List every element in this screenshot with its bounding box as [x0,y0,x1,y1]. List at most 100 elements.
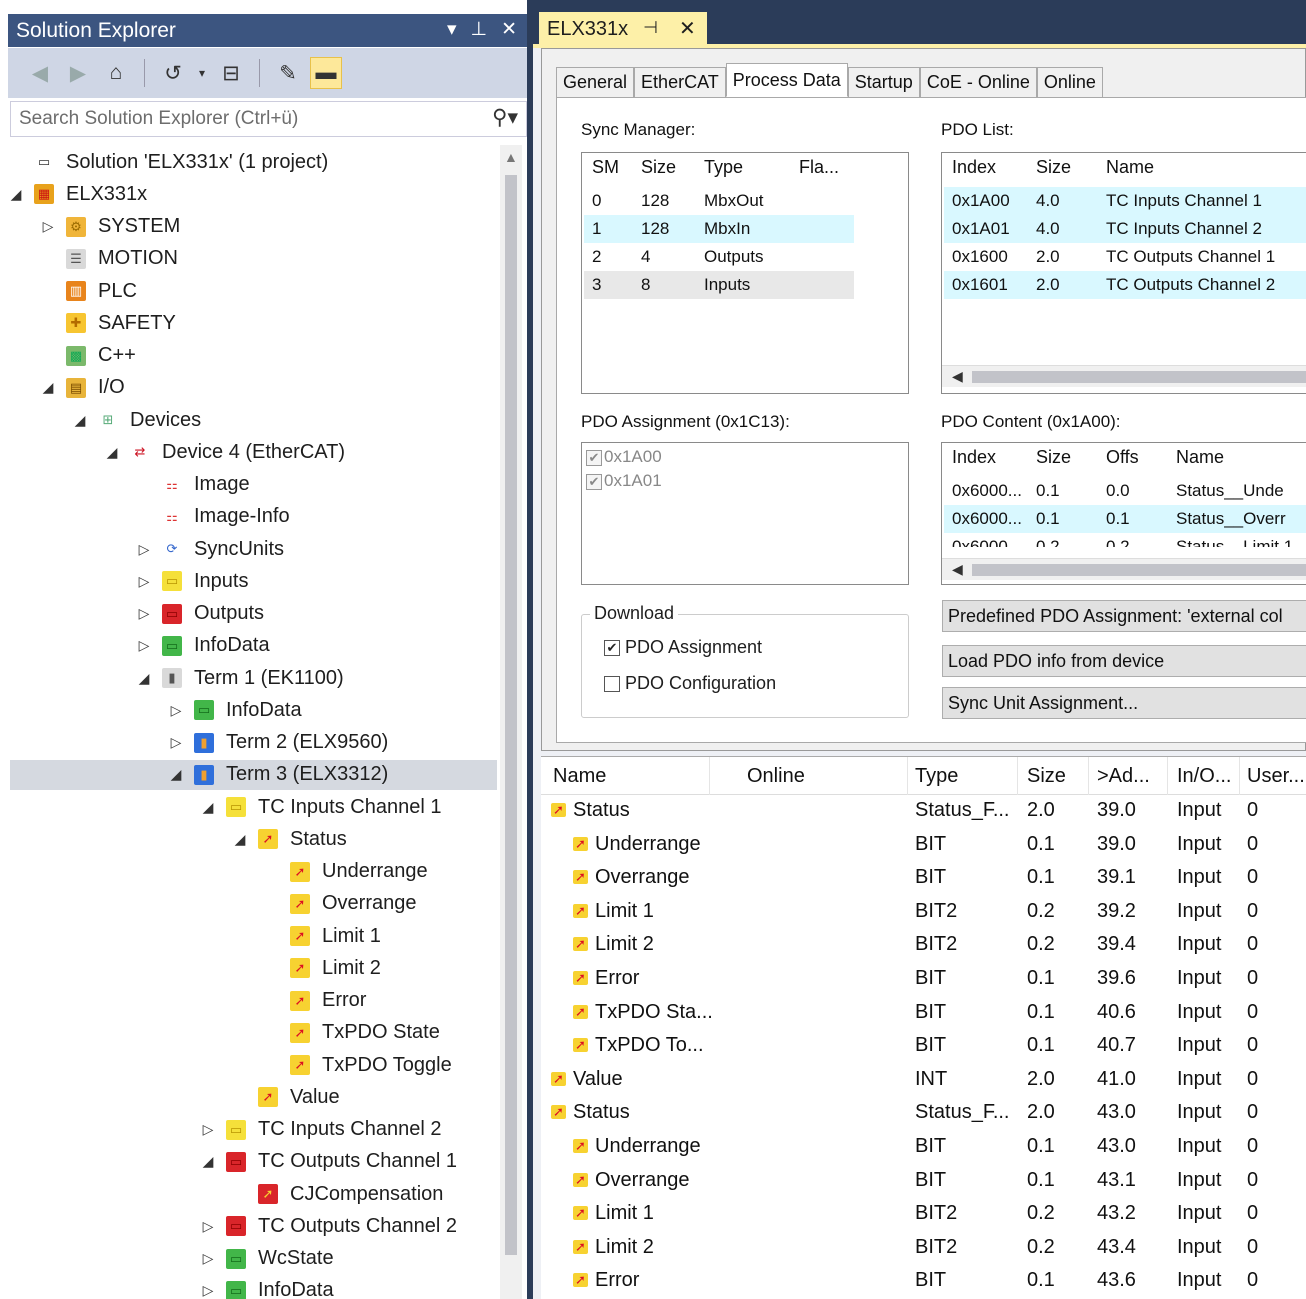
close-icon[interactable]: ✕ [501,18,517,41]
tree-node[interactable]: ◢ ▮ Term 3 (ELX3312) [10,759,497,790]
column-header-address[interactable]: >Ad... [1097,765,1150,788]
pdo-list-row[interactable]: 0x1A01 4.0 TC Inputs Channel 2 [944,215,1306,243]
variable-row[interactable]: ➚ Status Status_F... 2.0 43.0 Input 0 [541,1097,1306,1131]
pdo-assignment-checkbox[interactable]: ✔ PDO Assignment [604,637,762,658]
pdo-content-row[interactable]: 0x6000... 0.1 0.1 Status__Overr [944,505,1306,533]
collapse-arrow-icon[interactable]: ◢ [200,1153,216,1170]
variable-row[interactable]: ➚ Limit 2 BIT2 0.2 43.4 Input 0 [541,1232,1306,1266]
sync-manager-row[interactable]: 1 128 MbxIn [584,215,854,243]
column-header-size[interactable]: Size [1027,765,1066,788]
tree-node[interactable]: ➚ Limit 1 [10,921,490,951]
pdo-assignment-item[interactable]: ✔ 0x1A01 [586,471,662,491]
tree-node[interactable]: ▷ ▭ TC Inputs Channel 2 [10,1115,490,1145]
tree-node[interactable]: ➚ Overrange [10,889,490,919]
pdo-list[interactable]: Index Size Name 0x1A00 4.0 TC Inputs Chann… [941,152,1306,394]
column-header-size[interactable]: Size [641,157,676,178]
column-header-index[interactable]: Index [952,447,996,468]
expand-arrow-icon[interactable]: ▷ [200,1218,216,1235]
collapse-arrow-icon[interactable]: ◢ [200,799,216,816]
variable-row[interactable]: ➚ Underrange BIT 0.1 39.0 Input 0 [541,829,1306,863]
tree-node[interactable]: ▷ ▮ Term 2 (ELX9560) [10,728,490,758]
sync-manager-row[interactable]: 3 8 Inputs [584,271,854,299]
expand-arrow-icon[interactable]: ▷ [168,702,184,719]
tree-node[interactable]: ➚ Underrange [10,857,490,887]
column-header-flags[interactable]: Fla... [799,157,839,178]
pdo-assignment-list[interactable]: ✔ 0x1A00 ✔ 0x1A01 [581,442,909,585]
tree-node[interactable]: ➚ CJCompensation [10,1179,490,1209]
variable-row[interactable]: ➚ Overrange BIT 0.1 39.1 Input 0 [541,862,1306,896]
tree-node[interactable]: ▩ C++ [10,341,490,371]
column-header-sm[interactable]: SM [592,157,619,178]
expand-arrow-icon[interactable]: ▷ [136,605,152,622]
pdo-list-row[interactable]: 0x1600 2.0 TC Outputs Channel 1 [944,243,1306,271]
scrollbar-thumb[interactable] [972,371,1306,383]
expand-arrow-icon[interactable]: ▷ [168,734,184,751]
chevron-down-icon[interactable]: ▾ [195,57,209,89]
pdo-assignment-item[interactable]: ✔ 0x1A00 [586,447,662,467]
tree-node[interactable]: ⚏ Image [10,470,490,500]
tree-node[interactable]: ▷ ▭ InfoData [10,695,490,725]
expand-arrow-icon[interactable]: ▷ [200,1282,216,1299]
wrench-icon[interactable]: ✎ [272,57,304,89]
tree-node[interactable]: ◢ ▮ Term 1 (EK1100) [10,663,490,693]
tree-node[interactable]: ➚ TxPDO Toggle [10,1050,490,1080]
sync-manager-list[interactable]: SM Size Type Fla... 0 128 MbxOut 1 128 MbxIn 2… [581,152,909,394]
collapse-arrow-icon[interactable]: ◢ [168,766,184,783]
scroll-up-icon[interactable]: ▲ [504,149,518,165]
collapse-all-icon[interactable]: ⊟ [215,57,247,89]
variable-row[interactable]: ➚ TxPDO To... BIT 0.1 40.7 Input 0 [541,1030,1306,1064]
scroll-left-icon[interactable]: ◀ [952,561,963,578]
column-header-in-out[interactable]: In/O... [1177,765,1231,788]
dropdown-icon[interactable]: ▾ [447,18,457,41]
tab-ethercat[interactable]: EtherCAT [634,67,726,97]
tree-node[interactable]: ▭ Solution 'ELX331x' (1 project) [10,147,490,177]
pdo-list-row[interactable]: 0x1601 2.0 TC Outputs Channel 2 [944,271,1306,299]
tree-node[interactable]: ☰ MOTION [10,244,490,274]
pdo-content-list[interactable]: Index Size Offs Name 0x6000... 0.1 0.0 Stat… [941,442,1306,585]
expand-arrow-icon[interactable]: ▷ [136,637,152,654]
variable-row[interactable]: ➚ Overrange BIT 0.1 43.1 Input 0 [541,1165,1306,1199]
column-header-offs[interactable]: Offs [1106,447,1139,468]
tree-node[interactable]: ◢ ▭ TC Outputs Channel 1 [10,1147,490,1177]
tree-node[interactable]: ⚏ Image-Info [10,502,490,532]
scrollbar-thumb[interactable] [972,564,1306,576]
tree-node[interactable]: ◢ ⊞ Devices [10,405,490,435]
tree-node[interactable]: ➚ Value [10,1082,490,1112]
tab-process-data[interactable]: Process Data [725,63,848,97]
collapse-arrow-icon[interactable]: ◢ [10,186,24,203]
search-icon[interactable]: ⚲▾ [492,105,518,130]
variable-row[interactable]: ➚ Status Status_F... 2.0 39.0 Input 0 [541,795,1306,829]
tab-startup[interactable]: Startup [847,67,920,97]
expand-arrow-icon[interactable]: ▷ [40,218,56,235]
document-tab[interactable]: ELX331x ⊣ ✕ [539,12,707,46]
checkbox-unchecked-icon[interactable] [604,676,620,693]
variable-row[interactable]: ➚ Limit 1 BIT2 0.2 39.2 Input 0 [541,896,1306,930]
tree-node[interactable]: ▷ ⚙ SYSTEM [10,212,490,242]
variable-row[interactable]: ➚ Error BIT 0.1 43.6 Input 0 [541,1265,1306,1299]
tab-coe-online[interactable]: CoE - Online [919,67,1037,97]
pdo-configuration-checkbox[interactable]: PDO Configuration [604,673,776,694]
tree-node[interactable]: ◢ ▤ I/O [10,373,490,403]
column-header-size[interactable]: Size [1036,157,1071,178]
expand-arrow-icon[interactable]: ▷ [200,1250,216,1267]
scroll-left-icon[interactable]: ◀ [952,368,963,385]
variable-row[interactable]: ➚ Underrange BIT 0.1 43.0 Input 0 [541,1131,1306,1165]
auto-hide-icon[interactable]: ▬ [310,57,342,89]
column-header-name[interactable]: Name [1106,157,1154,178]
column-header-type[interactable]: Type [704,157,743,178]
column-header-size[interactable]: Size [1036,447,1071,468]
tree-node[interactable]: ▷ ▭ WcState [10,1244,490,1274]
sync-unit-assignment-button[interactable]: Sync Unit Assignment... [942,687,1306,719]
pdo-list-row[interactable]: 0x1A00 4.0 TC Inputs Channel 1 [944,187,1306,215]
collapse-arrow-icon[interactable]: ◢ [104,444,120,461]
tree-node[interactable]: ◢ ▭ TC Inputs Channel 1 [10,792,490,822]
tab-online[interactable]: Online [1036,67,1103,97]
forward-icon[interactable]: ▶ [62,57,94,89]
collapse-arrow-icon[interactable]: ◢ [232,831,248,848]
column-header-type[interactable]: Type [915,765,958,788]
scrollbar-thumb[interactable] [505,175,517,1255]
tree-node[interactable]: ➚ Limit 2 [10,953,490,983]
close-icon[interactable]: ✕ [679,16,696,41]
checkbox-checked-icon[interactable]: ✔ [586,473,602,490]
tree-node[interactable]: ◢ ➚ Status [10,824,490,854]
